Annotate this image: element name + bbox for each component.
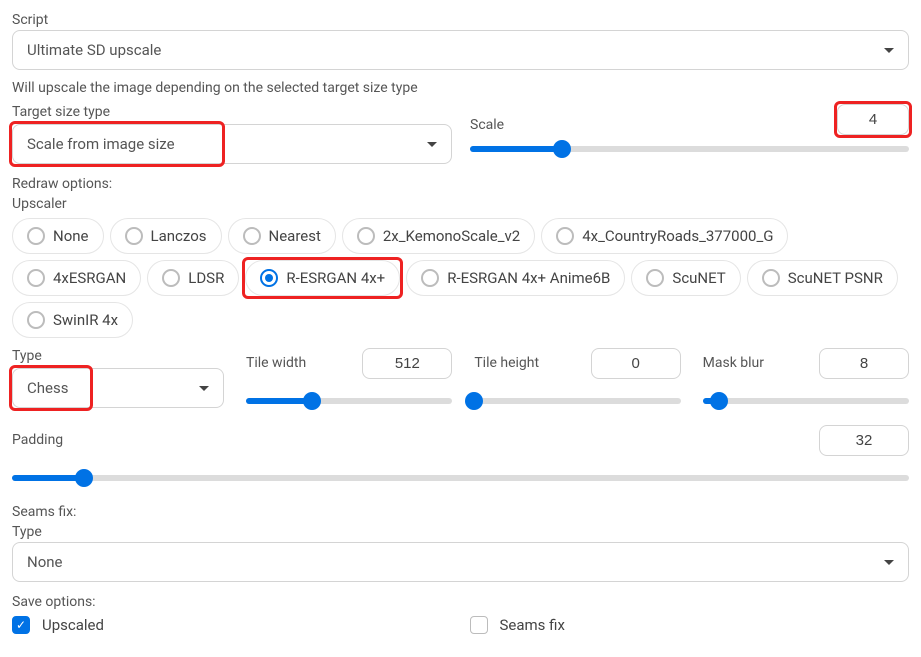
seams-fix-checkbox-label: Seams fix	[500, 616, 565, 634]
upscaler-option-label: R-ESRGAN 4x+	[286, 269, 385, 287]
upscaler-option[interactable]: ScuNET	[631, 260, 740, 296]
upscaler-option-label: ScuNET PSNR	[788, 269, 883, 287]
type-select[interactable]: Chess	[12, 368, 224, 408]
scale-slider[interactable]	[470, 146, 909, 152]
radio-icon	[27, 269, 45, 287]
upscaler-option[interactable]: 2x_KemonoScale_v2	[342, 218, 535, 254]
radio-icon	[27, 227, 45, 245]
radio-icon	[762, 269, 780, 287]
upscaler-option[interactable]: R-ESRGAN 4x+ Anime6B	[406, 260, 625, 296]
seams-fix-label: Seams fix:	[12, 504, 909, 520]
padding-label: Padding	[12, 432, 63, 448]
scale-label: Scale	[470, 117, 504, 133]
upscaler-option-label: Nearest	[269, 227, 321, 245]
target-type-value: Scale from image size	[27, 135, 175, 153]
upscaler-radio-group: None Lanczos Nearest 2x_KemonoScale_v2 4x_Co…	[12, 218, 909, 338]
chevron-down-icon	[884, 48, 894, 53]
script-select-value: Ultimate SD upscale	[27, 41, 161, 59]
upscaler-option[interactable]: 4x_CountryRoads_377000_G	[541, 218, 788, 254]
scale-input[interactable]	[837, 104, 909, 135]
chevron-down-icon	[199, 386, 209, 391]
seams-type-value: None	[27, 553, 63, 571]
radio-icon	[646, 269, 664, 287]
radio-icon	[125, 227, 143, 245]
upscaler-option-label: 4x_CountryRoads_377000_G	[582, 227, 773, 245]
type-value: Chess	[27, 379, 68, 397]
tile-height-input[interactable]	[591, 348, 681, 379]
upscaler-option-label: LDSR	[188, 269, 224, 287]
mask-blur-label: Mask blur	[703, 355, 764, 371]
tile-width-label: Tile width	[246, 355, 306, 371]
target-type-select[interactable]: Scale from image size	[12, 124, 452, 164]
upscaler-option[interactable]: 4xESRGAN	[12, 260, 141, 296]
radio-icon	[162, 269, 180, 287]
upscaler-option[interactable]: Lanczos	[110, 218, 222, 254]
radio-icon	[243, 227, 261, 245]
check-icon	[470, 616, 488, 634]
upscaler-option[interactable]: LDSR	[147, 260, 239, 296]
upscaler-option[interactable]: SwinIR 4x	[12, 302, 133, 338]
upscaler-option-label: ScuNET	[672, 269, 725, 287]
upscale-description: Will upscale the image depending on the …	[12, 80, 909, 96]
radio-icon	[27, 311, 45, 329]
mask-blur-slider[interactable]	[703, 398, 909, 404]
tile-height-label: Tile height	[474, 355, 539, 371]
check-icon: ✓	[12, 616, 30, 634]
upscaler-option[interactable]: ScuNET PSNR	[747, 260, 898, 296]
upscaled-checkbox-label: Upscaled	[42, 616, 104, 634]
upscaler-option[interactable]: None	[12, 218, 104, 254]
upscaler-option[interactable]: R-ESRGAN 4x+	[245, 260, 400, 296]
chevron-down-icon	[427, 142, 437, 147]
seams-fix-checkbox[interactable]: Seams fix	[470, 616, 565, 634]
upscaler-label: Upscaler	[12, 196, 909, 212]
tile-width-slider[interactable]	[246, 398, 452, 404]
upscaler-option-label: R-ESRGAN 4x+ Anime6B	[447, 269, 610, 287]
chevron-down-icon	[884, 560, 894, 565]
upscaler-option-label: SwinIR 4x	[53, 311, 118, 329]
seams-type-select[interactable]: None	[12, 542, 909, 582]
upscaler-option-label: Lanczos	[151, 227, 207, 245]
upscaler-option-label: None	[53, 227, 89, 245]
upscaled-checkbox[interactable]: ✓ Upscaled	[12, 616, 104, 634]
upscaler-option-label: 2x_KemonoScale_v2	[383, 227, 520, 245]
target-type-label: Target size type	[12, 104, 452, 120]
upscaler-option[interactable]: Nearest	[228, 218, 336, 254]
type-label: Type	[12, 348, 224, 364]
tile-width-input[interactable]	[362, 348, 452, 379]
seams-type-label: Type	[12, 524, 909, 540]
tile-height-slider[interactable]	[474, 398, 680, 404]
radio-icon	[357, 227, 375, 245]
script-label: Script	[12, 12, 909, 28]
script-select[interactable]: Ultimate SD upscale	[12, 30, 909, 70]
padding-slider[interactable]	[12, 475, 909, 481]
radio-icon	[260, 269, 278, 287]
radio-icon	[421, 269, 439, 287]
radio-icon	[556, 227, 574, 245]
padding-input[interactable]	[819, 425, 909, 456]
redraw-options-label: Redraw options:	[12, 176, 909, 192]
upscaler-option-label: 4xESRGAN	[53, 269, 126, 287]
save-options-label: Save options:	[12, 594, 909, 610]
mask-blur-input[interactable]	[819, 348, 909, 379]
